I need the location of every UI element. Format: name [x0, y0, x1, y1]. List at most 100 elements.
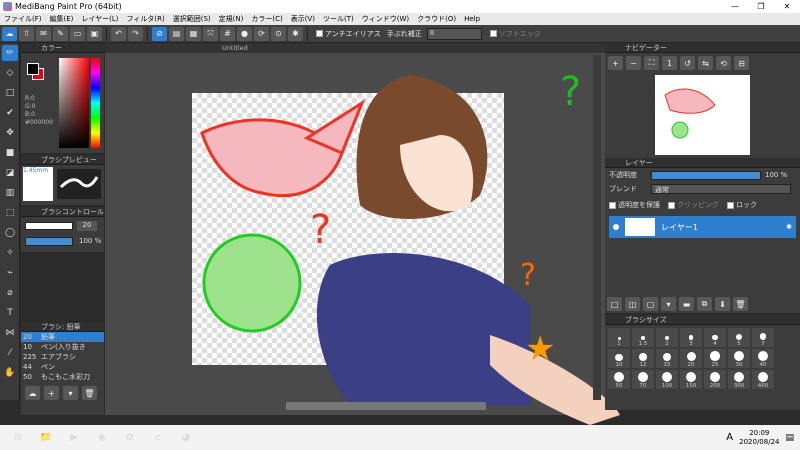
list-item[interactable]: 10 ペン(入り抜き: [21, 342, 104, 352]
eyedropper-tool-icon[interactable]: ⁄: [2, 345, 18, 361]
brush-size-cell[interactable]: 2: [656, 328, 678, 347]
flip-icon[interactable]: ⇆: [698, 56, 713, 70]
eraser-tool-icon[interactable]: ◇: [2, 65, 18, 81]
brush-size-cell[interactable]: 10: [608, 349, 630, 368]
select-tool-icon[interactable]: ⬚: [2, 205, 18, 221]
menu-file[interactable]: ファイル(F): [0, 14, 46, 24]
list-item[interactable]: 225 エアブラシ: [21, 352, 104, 362]
layer-row[interactable]: レイヤー1 ✱: [609, 216, 796, 238]
brush-size-cell[interactable]: 5: [728, 328, 750, 347]
menu-filter[interactable]: フィルタ(R): [123, 14, 169, 24]
brush-size-slider[interactable]: [25, 222, 73, 230]
brush-tool-icon[interactable]: ✔: [2, 105, 18, 121]
edge-icon[interactable]: e: [148, 429, 168, 447]
menu-window[interactable]: ウィンドウ(W): [358, 14, 413, 24]
brush-menu-icon[interactable]: ▾: [63, 386, 78, 400]
divide-tool-icon[interactable]: ⋈: [2, 325, 18, 341]
actual-size-icon[interactable]: 1: [662, 56, 677, 70]
menu-view[interactable]: 表示(V): [287, 14, 319, 24]
soft-edge-option[interactable]: ソフトエッジ: [489, 29, 541, 39]
select-all-icon[interactable]: ▦: [186, 26, 201, 41]
chrome-icon[interactable]: ◉: [92, 429, 112, 447]
windows-start-icon[interactable]: ⊞: [8, 429, 28, 447]
menu-color[interactable]: カラー(C): [247, 14, 286, 24]
select-pen-tool-icon[interactable]: ⌁: [2, 265, 18, 281]
media-icon[interactable]: ▶: [64, 429, 84, 447]
lock-option[interactable]: ロック: [727, 200, 757, 210]
file-explorer-icon[interactable]: 📁: [36, 429, 56, 447]
soft-edge-checkbox[interactable]: [489, 30, 497, 37]
brush-size-cell[interactable]: 100: [656, 370, 678, 389]
brush-size-cell[interactable]: 3: [680, 328, 702, 347]
menu-layer[interactable]: レイヤー(L): [77, 14, 122, 24]
ime-indicator[interactable]: A: [726, 432, 733, 443]
dialog-icon[interactable]: ▭: [70, 26, 85, 41]
menu-edit[interactable]: 編集(E): [46, 14, 78, 24]
menu-cloud[interactable]: クラウド(O): [413, 14, 460, 24]
brush-size-cell[interactable]: 25: [704, 349, 726, 368]
layer-opacity-slider[interactable]: [651, 170, 761, 180]
chat-icon[interactable]: ✎: [53, 26, 68, 41]
brush-size-cell[interactable]: 400: [752, 370, 774, 389]
clipping-option[interactable]: クリッピング: [668, 200, 719, 210]
antialias-checkbox[interactable]: [316, 30, 323, 37]
menu-ruler[interactable]: 定規(N): [215, 14, 248, 24]
reset-icon[interactable]: ⟲: [716, 56, 731, 70]
add-brush-icon[interactable]: ☁: [25, 386, 40, 400]
redo-icon[interactable]: ↷: [128, 26, 143, 41]
brush-size-cell[interactable]: 50: [608, 370, 630, 389]
maximize-button[interactable]: ❐: [748, 2, 774, 11]
medibang-taskbar-icon[interactable]: ◕: [176, 429, 196, 447]
folder-icon[interactable]: ▬: [679, 297, 694, 311]
horizontal-scrollbar[interactable]: [286, 402, 486, 410]
visibility-icon[interactable]: [613, 224, 619, 230]
magic-wand-tool-icon[interactable]: ✧: [2, 245, 18, 261]
brush-size-cell[interactable]: 300: [728, 370, 750, 389]
brush-size-cell[interactable]: 20: [680, 349, 702, 368]
select-eraser-tool-icon[interactable]: ⌀: [2, 285, 18, 301]
zoom-in-icon[interactable]: +: [608, 56, 623, 70]
brush-size-cell[interactable]: 1.5: [632, 328, 654, 347]
invert-select-icon[interactable]: ▤: [169, 26, 184, 41]
brush-size-cell[interactable]: 40: [752, 349, 774, 368]
notification-icon[interactable]: ▤: [785, 433, 794, 443]
brush-size-cell[interactable]: 200: [704, 370, 726, 389]
paint-app-icon[interactable]: ✿: [120, 429, 140, 447]
text-tool-icon[interactable]: T: [2, 305, 18, 321]
duplicate-layer-icon[interactable]: ⧉: [697, 297, 712, 311]
bucket-tool-icon[interactable]: ◪: [2, 165, 18, 181]
stabilizer-select[interactable]: 8: [426, 27, 482, 40]
undo-icon[interactable]: ↶: [111, 26, 126, 41]
brush-size-cell[interactable]: 15: [656, 349, 678, 368]
color-sv-picker[interactable]: [59, 58, 89, 148]
fit-icon[interactable]: ⛶: [644, 56, 659, 70]
new-layer-icon[interactable]: □: [607, 297, 622, 311]
foreground-color-swatch[interactable]: [27, 63, 39, 75]
settings-icon[interactable]: ✱: [288, 26, 303, 41]
comment-icon[interactable]: ✉: [36, 26, 51, 41]
menu-tool[interactable]: ツール(T): [319, 14, 358, 24]
list-item[interactable]: 44 ペン: [21, 362, 104, 372]
navigator-thumbnail[interactable]: [655, 75, 750, 155]
menu-select[interactable]: 選択範囲(S): [169, 14, 215, 24]
close-button[interactable]: ✕: [774, 2, 800, 11]
deselect-icon[interactable]: ⊘: [152, 26, 167, 41]
brush-size-cell[interactable]: 30: [728, 349, 750, 368]
clock-date[interactable]: 2020/08/24: [739, 438, 779, 447]
brush-size-cell[interactable]: 70: [632, 370, 654, 389]
transform-icon[interactable]: ⤧: [203, 26, 218, 41]
brush-size-cell[interactable]: 4: [704, 328, 726, 347]
upload-icon[interactable]: ⇧: [19, 26, 34, 41]
circle-icon[interactable]: ●: [237, 26, 252, 41]
blend-select[interactable]: 通常: [651, 184, 791, 194]
cloud-icon[interactable]: ☁: [2, 26, 17, 41]
vertical-scrollbar[interactable]: [593, 55, 601, 400]
brush-size-cell[interactable]: 150: [680, 370, 702, 389]
rotate-left-icon[interactable]: ↺: [680, 56, 695, 70]
minimize-button[interactable]: —: [722, 2, 748, 11]
gradient-tool-icon[interactable]: ▥: [2, 185, 18, 201]
rect-tool-icon[interactable]: □: [2, 85, 18, 101]
layer-settings-icon[interactable]: ✱: [786, 223, 792, 231]
lock-view-icon[interactable]: ⊟: [734, 56, 749, 70]
add-brush-button-icon[interactable]: +: [44, 386, 59, 400]
